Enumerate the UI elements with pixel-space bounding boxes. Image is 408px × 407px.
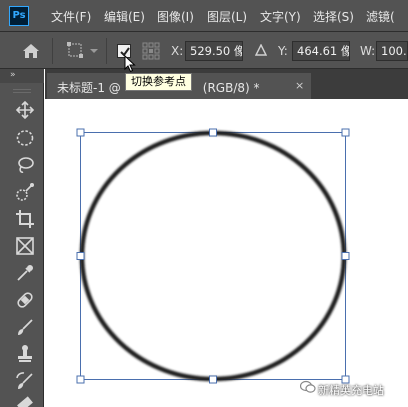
canvas-artwork: [76, 128, 350, 384]
tooltip: 切换参考点: [125, 73, 192, 91]
transform-handle-left: [76, 252, 85, 260]
transform-handle-top: [209, 128, 217, 137]
wechat-icon: [300, 380, 316, 393]
transform-handle-top-right: [341, 128, 350, 137]
pointer-cursor-icon: [124, 55, 136, 73]
watermark-text: 新精英充电站: [318, 384, 384, 397]
transform-handle-bottom-left: [76, 375, 85, 384]
transform-handle-top-left: [76, 128, 85, 137]
circle-shape: [79, 130, 347, 382]
transform-handle-right: [341, 252, 350, 260]
transform-handle-bottom: [209, 375, 217, 384]
